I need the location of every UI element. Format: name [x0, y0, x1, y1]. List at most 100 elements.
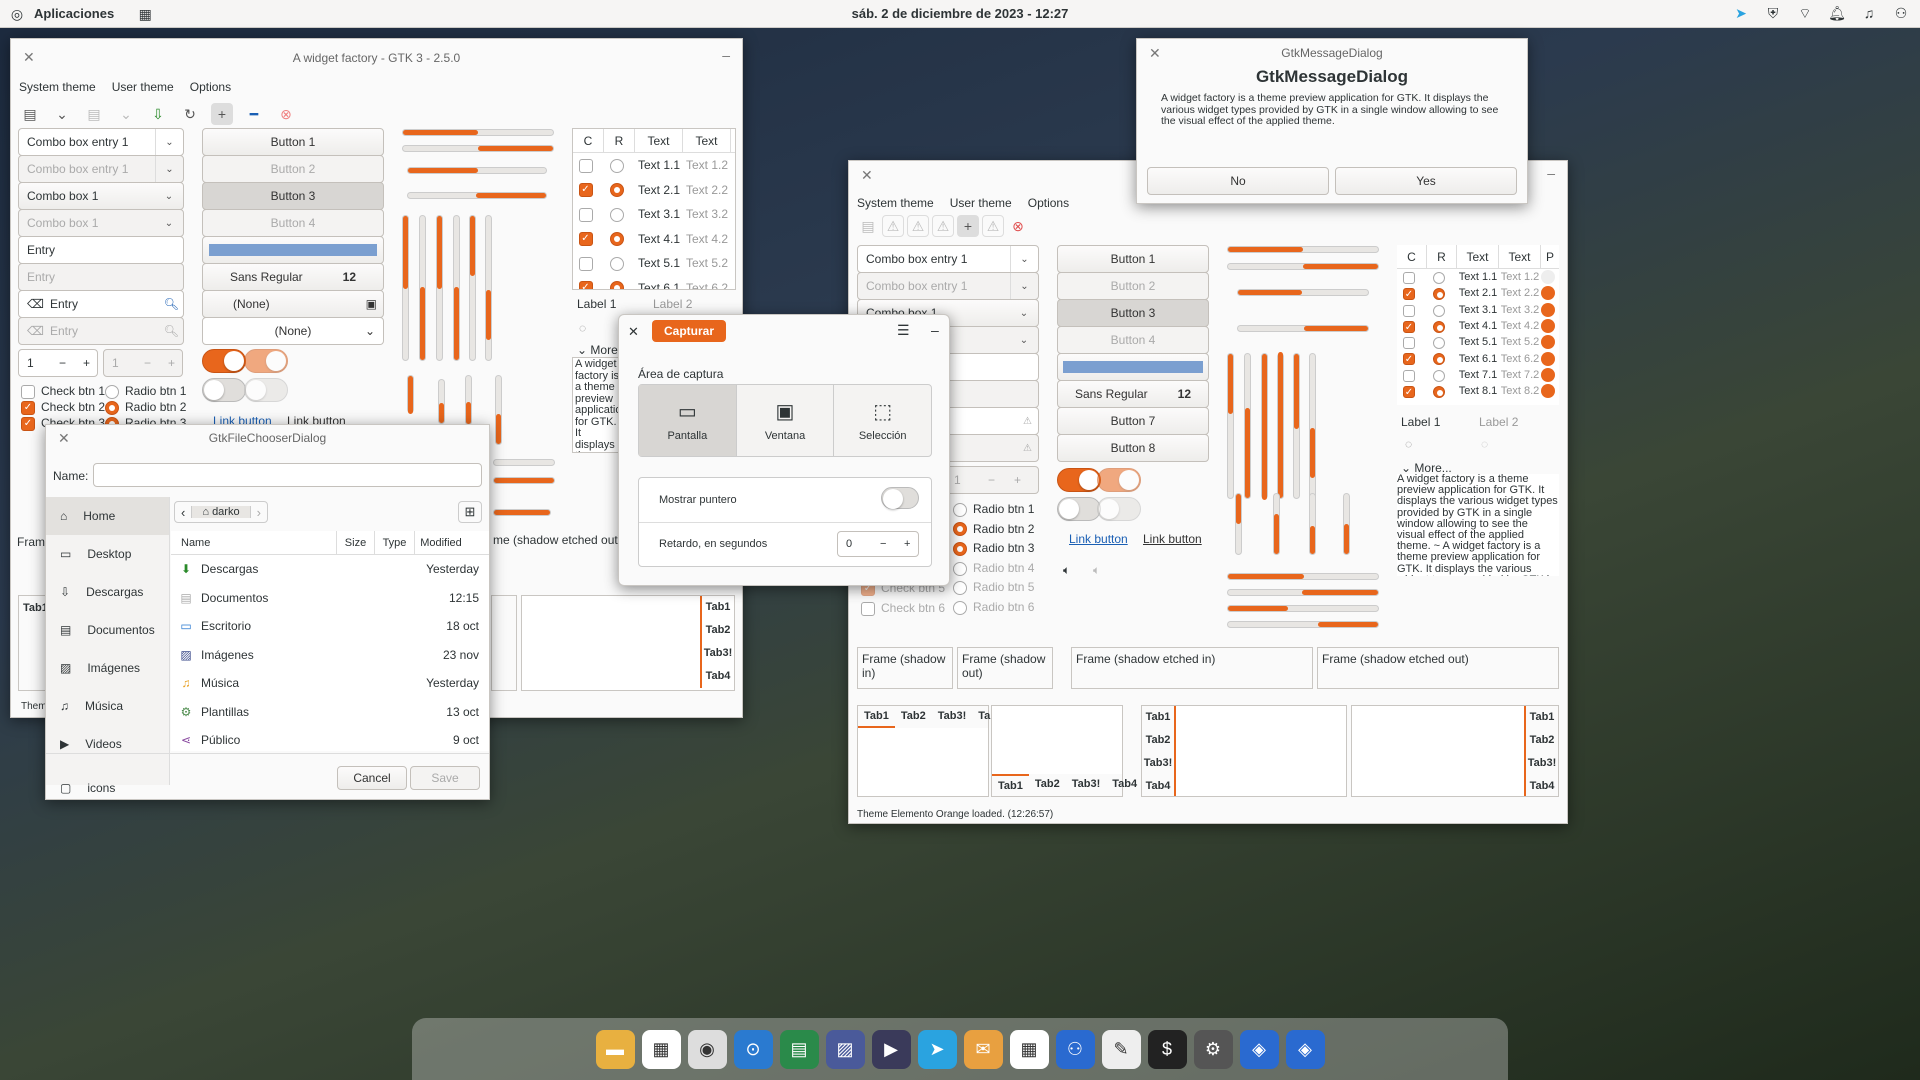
table-row[interactable]: ✓ Text 6.1 Text 6.2: [573, 276, 735, 289]
column-header[interactable]: C: [1397, 245, 1427, 269]
font-button[interactable]: Sans Regular 12: [1057, 380, 1209, 408]
row-check[interactable]: [1403, 304, 1415, 317]
editor-icon[interactable]: ✎: [1101, 1029, 1141, 1069]
refresh-icon[interactable]: ↻: [179, 103, 201, 125]
sidebar-item-documentos[interactable]: ▤ Documentos: [46, 611, 169, 649]
photos-icon[interactable]: ▨: [825, 1029, 865, 1069]
tab-4[interactable]: Tab4: [1526, 775, 1558, 798]
button-3[interactable]: Button 3: [202, 182, 384, 210]
tree-view[interactable]: C R Text Text Text 1.1 Text 1.2 ✓ Text 2.1 T…: [572, 128, 736, 290]
app-chooser[interactable]: (None) ⌄: [202, 317, 384, 345]
column-modified[interactable]: Modified: [415, 531, 467, 555]
tab-1[interactable]: Tab1: [1142, 706, 1174, 729]
tab-3[interactable]: Tab3!: [1142, 752, 1174, 775]
table-row[interactable]: ✓ Text 2.1 Text 2.2: [1397, 285, 1559, 301]
close-icon[interactable]: ✕: [23, 49, 35, 66]
table-row[interactable]: Text 5.1 Text 5.2: [1397, 334, 1559, 350]
vertical-slider-2[interactable]: [1277, 352, 1284, 499]
row-radio[interactable]: [1433, 271, 1445, 284]
table-row[interactable]: ✓ Text 8.1 Text 8.2: [1397, 383, 1559, 399]
sidebar-item-imágenes[interactable]: ▨ Imágenes: [46, 649, 169, 687]
table-row[interactable]: Text 3.1 Text 3.2: [1397, 302, 1559, 318]
tab-3[interactable]: Tab3!: [702, 642, 734, 665]
sidebar-item-desktop[interactable]: ▭ Desktop: [46, 535, 169, 573]
minimize-icon[interactable]: –: [931, 322, 939, 338]
table-row[interactable]: Text 5.1 Text 5.2: [573, 251, 735, 276]
tab-4[interactable]: Tab4: [1106, 774, 1143, 796]
column-header[interactable]: P: [1541, 245, 1559, 269]
column-header[interactable]: Text: [635, 129, 683, 153]
color-button[interactable]: [1057, 353, 1209, 381]
music-icon[interactable]: ♫: [1860, 4, 1878, 22]
path-home[interactable]: ⌂ darko: [191, 506, 251, 518]
column-size[interactable]: Size: [337, 530, 375, 555]
link-button-1[interactable]: Link button: [1069, 532, 1128, 546]
close-icon[interactable]: ✕: [628, 324, 639, 340]
column-header[interactable]: C: [573, 129, 604, 153]
menu-options[interactable]: Options: [1028, 196, 1069, 210]
row-check[interactable]: [578, 207, 593, 222]
shield-icon[interactable]: ⛨: [1764, 4, 1782, 22]
row-radio[interactable]: [609, 183, 624, 198]
link-button-2[interactable]: Link button: [1143, 532, 1202, 546]
sidebar-item-música[interactable]: ♫ Música: [46, 687, 169, 725]
button-7[interactable]: Button 7: [1057, 407, 1209, 435]
table-row[interactable]: Text 7.1 Text 7.2: [1397, 367, 1559, 383]
slider-1[interactable]: [1237, 289, 1369, 296]
folder-icon[interactable]: ▤: [19, 103, 41, 125]
list-item[interactable]: ♫ Música Yesterday: [171, 669, 489, 698]
spreadsheet-icon[interactable]: ▤: [779, 1029, 819, 1069]
scale-4[interactable]: [1343, 493, 1350, 555]
text-view[interactable]: A widget factory is a theme preview appl…: [1397, 474, 1559, 576]
row-check[interactable]: ✓: [1403, 288, 1415, 301]
entry[interactable]: Entry: [18, 236, 184, 264]
row-check[interactable]: [1403, 337, 1415, 350]
activities-icon[interactable]: ◎: [8, 5, 26, 23]
menu-icon[interactable]: ☰: [897, 322, 910, 339]
contacts-icon[interactable]: ⚇: [1055, 1029, 1095, 1069]
chevron-left-icon[interactable]: ‹: [175, 505, 191, 520]
button-1[interactable]: Button 1: [1057, 245, 1209, 273]
minimize-icon[interactable]: –: [722, 47, 730, 63]
row-check[interactable]: ✓: [1403, 320, 1415, 333]
row-check[interactable]: ✓: [1403, 353, 1415, 366]
applications-menu[interactable]: Aplicaciones: [34, 6, 114, 21]
chevron-right-icon[interactable]: ›: [251, 505, 267, 520]
tab-1[interactable]: Tab1: [992, 774, 1029, 796]
add-icon[interactable]: +: [211, 103, 233, 125]
tab-3[interactable]: Tab3!: [1526, 752, 1558, 775]
scale-4[interactable]: [495, 375, 502, 445]
scale-3[interactable]: [1309, 493, 1316, 555]
tab-2[interactable]: Tab2: [702, 619, 734, 642]
button-3[interactable]: Button 3: [1057, 299, 1209, 327]
combo-entry[interactable]: Combo box entry 1 ⌄: [857, 245, 1039, 273]
tab-3[interactable]: Tab3!: [932, 706, 973, 728]
close-icon[interactable]: ✕: [861, 167, 873, 184]
table-row[interactable]: Text 1.1 Text 1.2: [1397, 269, 1559, 285]
scale-2[interactable]: [438, 379, 445, 424]
telegram-icon[interactable]: ➤: [1732, 4, 1750, 22]
row-check[interactable]: [1403, 271, 1415, 284]
switch-on[interactable]: [202, 349, 246, 373]
sidebar-item-videos[interactable]: ▶ Videos: [46, 725, 169, 763]
radio-1[interactable]: Radio btn 1: [953, 502, 1034, 517]
wifi-icon[interactable]: ⌔: [1796, 4, 1814, 22]
column-header[interactable]: Text: [1499, 245, 1541, 269]
table-row[interactable]: ✓ Text 4.1 Text 4.2: [1397, 318, 1559, 334]
font-button[interactable]: Sans Regular 12: [202, 263, 384, 291]
warning-icon[interactable]: ⚠: [932, 215, 954, 237]
vscode-alt-icon[interactable]: ◈: [1285, 1029, 1325, 1069]
tab-1[interactable]: Tab1: [1526, 706, 1558, 729]
row-radio[interactable]: [609, 281, 624, 289]
tab-1[interactable]: Tab1: [702, 596, 734, 619]
warning-icon[interactable]: ⚠: [907, 215, 929, 237]
table-row[interactable]: Text 3.1 Text 3.2: [573, 202, 735, 227]
row-radio[interactable]: [1433, 386, 1445, 399]
mode-window[interactable]: ▣ Ventana: [737, 385, 835, 456]
calendar-icon[interactable]: ▦: [1009, 1029, 1049, 1069]
vertical-slider-1[interactable]: [436, 215, 443, 361]
table-row[interactable]: ✓ Text 2.1 Text 2.2: [573, 178, 735, 203]
menu-user-theme[interactable]: User theme: [112, 80, 174, 94]
radio-3[interactable]: Radio btn 3: [953, 541, 1034, 557]
scale-1[interactable]: [407, 375, 414, 414]
